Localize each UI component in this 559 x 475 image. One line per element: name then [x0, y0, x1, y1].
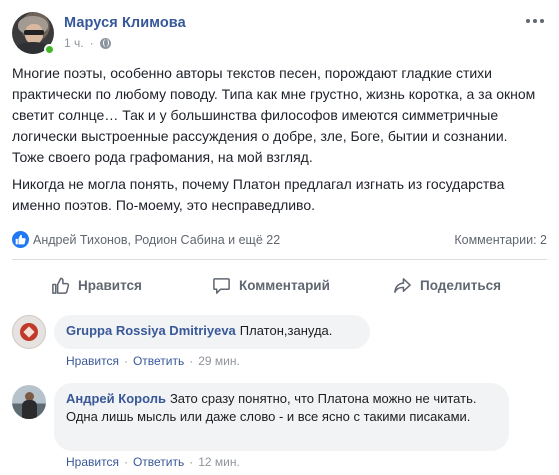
share-button-label: Поделиться: [420, 277, 502, 293]
more-horizontal-icon: [526, 19, 530, 23]
comment-reply-link[interactable]: Ответить: [133, 455, 184, 469]
divider: [12, 259, 547, 260]
post-paragraph: Никогда не могла понять, почему Платон п…: [12, 176, 505, 213]
comment-timestamp[interactable]: 12 мин.: [198, 455, 240, 469]
comments-count-link[interactable]: Комментарии: 2: [454, 233, 547, 247]
online-status-icon: [44, 44, 55, 55]
comment-actions: Нравится · Ответить · 29 мин.: [66, 354, 240, 368]
separator: ·: [123, 354, 128, 368]
share-arrow-icon: [394, 277, 411, 293]
meta-separator: ·: [89, 36, 94, 50]
post-timestamp[interactable]: 1 ч.: [64, 36, 84, 50]
speech-bubble-icon: [213, 277, 230, 294]
comment-timestamp[interactable]: 29 мин.: [198, 354, 240, 368]
more-options-button[interactable]: [525, 13, 545, 29]
comment-like-link[interactable]: Нравится: [66, 455, 119, 469]
comment-button[interactable]: Комментарий: [212, 270, 330, 300]
feed-post: Маруся Климова 1 ч. · Многие поэты, особ…: [0, 0, 559, 475]
commenter-avatar[interactable]: [12, 315, 46, 349]
separator: ·: [189, 455, 194, 469]
like-button[interactable]: Нравится: [51, 270, 142, 300]
comment-like-link[interactable]: Нравится: [66, 354, 119, 368]
comment-button-label: Комментарий: [239, 277, 330, 293]
like-button-label: Нравится: [78, 277, 142, 293]
globe-icon[interactable]: [99, 37, 111, 49]
separator: ·: [189, 354, 194, 368]
reactions-summary: Андрей Тихонов, Родион Сабина и ещё 22 К…: [12, 230, 547, 250]
post-author-name[interactable]: Маруся Климова: [64, 15, 186, 31]
comment-bubble: Андрей Король Зато сразу понятно, что Пла…: [54, 383, 509, 451]
comment-actions: Нравится · Ответить · 12 мин.: [66, 455, 240, 469]
post-meta: 1 ч. ·: [64, 36, 111, 50]
separator: ·: [123, 455, 128, 469]
share-button[interactable]: Поделиться: [393, 270, 501, 300]
commenter-avatar[interactable]: [12, 385, 46, 419]
comment-author[interactable]: Андрей Король: [66, 391, 166, 406]
reactions-names[interactable]: Андрей Тихонов, Родион Сабина и ещё 22: [33, 233, 280, 247]
post-text: Многие поэты, особенно авторы текстов пе…: [12, 63, 542, 222]
post-paragraph: Многие поэты, особенно авторы текстов пе…: [12, 65, 536, 165]
comment-text: Платон,зануда.: [239, 323, 333, 338]
comment-author[interactable]: Gruppa Rossiya Dmitriyeva: [66, 323, 236, 338]
thumbs-up-icon: [52, 277, 70, 294]
like-badge-icon[interactable]: [12, 231, 29, 248]
comment-reply-link[interactable]: Ответить: [133, 354, 184, 368]
comment-bubble: Gruppa Rossiya Dmitriyeva Платон,зануда.: [54, 315, 370, 349]
